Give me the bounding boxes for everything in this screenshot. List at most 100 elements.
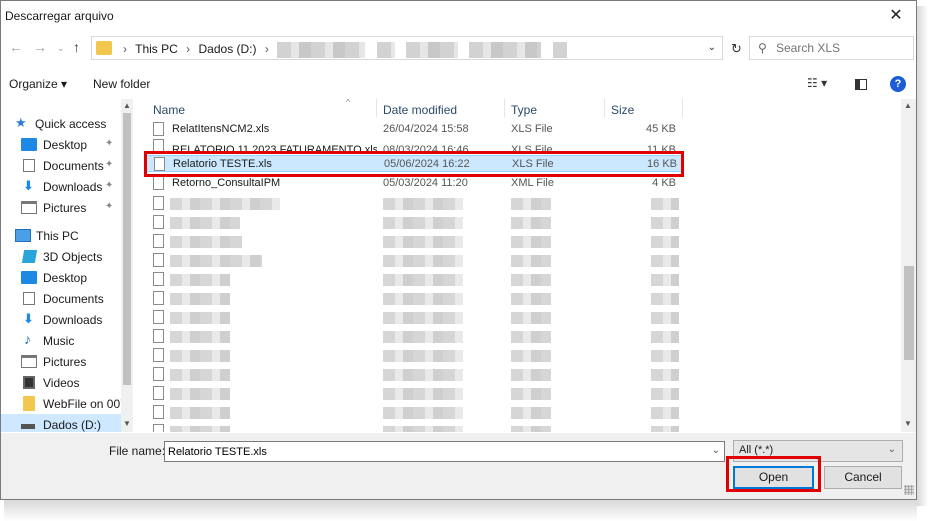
close-icon[interactable]: ✕: [876, 1, 916, 31]
redacted-file-row[interactable]: [146, 233, 682, 250]
recent-chevron-icon[interactable]: ⌄: [57, 43, 65, 54]
address-bar[interactable]: › This PC › Dados (D:) › ⌄: [91, 36, 723, 60]
chevron-down-icon[interactable]: ⌄: [712, 445, 720, 456]
redacted-text: [383, 426, 463, 432]
preview-pane-icon[interactable]: [855, 79, 867, 90]
nav-item-quick-access[interactable]: ★ Quick access: [1, 113, 121, 134]
redacted-text: [170, 217, 240, 229]
file-name-input[interactable]: [168, 444, 698, 459]
redacted-text: [651, 426, 679, 432]
open-button-highlight-annotation: [726, 456, 821, 492]
refresh-icon[interactable]: ↻: [731, 41, 742, 57]
nav-item-dados-drive[interactable]: Dados (D:): [1, 414, 121, 432]
navigation-pane: ★ Quick access Desktop ✦ Documents ✦ ⬇ D…: [1, 99, 133, 432]
redacted-text: [651, 407, 679, 419]
nav-scroll-thumb[interactable]: [123, 113, 131, 385]
redacted-file-row[interactable]: [146, 366, 682, 383]
nav-item-documents-pinned[interactable]: Documents ✦: [1, 155, 121, 176]
view-options-icon[interactable]: ☷ ▾: [807, 76, 827, 90]
redacted-text: [651, 236, 679, 248]
scroll-up-icon[interactable]: ▲: [904, 101, 912, 110]
column-divider[interactable]: [504, 99, 505, 117]
nav-item-downloads[interactable]: ⬇ Downloads: [1, 309, 121, 330]
redacted-text: [383, 198, 463, 210]
chevron-down-icon: ⌄: [887, 444, 896, 455]
title-bar: Descarregar arquivo ✕: [1, 1, 916, 31]
file-dialog: Descarregar arquivo ✕ ← → ⌄ ↑ › This PC …: [0, 0, 917, 500]
desktop-folder-icon: [21, 138, 37, 151]
file-row[interactable]: Retorno_ConsultaIPM 05/03/2024 11:20 XML…: [146, 175, 682, 192]
nav-item-desktop-pinned[interactable]: Desktop ✦: [1, 134, 121, 155]
redacted-text: [170, 407, 230, 419]
redacted-text: [170, 236, 242, 248]
redacted-file-row[interactable]: [146, 290, 682, 307]
breadcrumb-dados[interactable]: Dados (D:): [199, 42, 257, 56]
file-row[interactable]: RelatItensNCM2.xls 26/04/2024 15:58 XLS …: [146, 121, 682, 138]
file-name-combobox[interactable]: ⌄: [164, 441, 725, 462]
redacted-file-row[interactable]: [146, 252, 682, 269]
nav-item-webfile[interactable]: WebFile on 0071: [1, 393, 133, 414]
star-icon: ★: [15, 115, 27, 130]
back-arrow-icon[interactable]: ←: [9, 39, 23, 55]
computer-icon: [15, 229, 31, 242]
column-header-size[interactable]: Size: [611, 103, 634, 117]
nav-item-desktop[interactable]: Desktop: [1, 267, 121, 288]
file-icon: [153, 329, 164, 343]
column-divider[interactable]: [604, 99, 605, 117]
nav-item-pictures[interactable]: Pictures: [1, 351, 121, 372]
new-folder-button[interactable]: New folder: [93, 77, 150, 91]
scroll-down-icon[interactable]: ▼: [904, 419, 912, 428]
scroll-down-icon[interactable]: ▼: [123, 419, 131, 428]
file-list-scrollbar[interactable]: ▲ ▼: [901, 99, 916, 432]
cancel-button[interactable]: Cancel: [824, 466, 902, 489]
redacted-text: [511, 426, 551, 432]
column-divider[interactable]: [376, 99, 377, 117]
chevron-down-icon[interactable]: ⌄: [708, 42, 716, 53]
file-icon: [153, 424, 164, 432]
redacted-file-row[interactable]: [146, 328, 682, 345]
nav-item-downloads-pinned[interactable]: ⬇ Downloads ✦: [1, 176, 121, 197]
column-header-date[interactable]: Date modified: [383, 103, 457, 117]
file-list-scroll-thumb[interactable]: [904, 266, 914, 360]
file-icon: [153, 310, 164, 324]
nav-item-documents[interactable]: Documents: [1, 288, 121, 309]
breadcrumb-this-pc[interactable]: This PC: [135, 42, 178, 56]
nav-item-this-pc[interactable]: This PC: [1, 225, 121, 246]
nav-item-videos[interactable]: Videos: [1, 372, 121, 393]
help-icon[interactable]: ?: [890, 76, 906, 92]
nav-scrollbar[interactable]: ▲ ▼: [121, 99, 133, 432]
redacted-path: [405, 42, 458, 58]
up-arrow-icon[interactable]: ↑: [73, 39, 80, 55]
file-icon: [153, 215, 164, 229]
file-icon: [153, 367, 164, 381]
redacted-text: [511, 350, 551, 362]
redacted-file-row[interactable]: [146, 404, 682, 421]
redacted-file-row[interactable]: [146, 347, 682, 364]
column-divider[interactable]: [682, 99, 683, 117]
redacted-file-row[interactable]: [146, 423, 682, 432]
redacted-text: [170, 350, 230, 362]
documents-icon: [23, 292, 35, 305]
redacted-file-row[interactable]: [146, 214, 682, 231]
nav-item-3d-objects[interactable]: 3D Objects: [1, 246, 121, 267]
search-icon: ⚲: [758, 41, 767, 55]
organize-menu-button[interactable]: Organize ▾: [9, 77, 67, 91]
nav-item-pictures-pinned[interactable]: Pictures ✦: [1, 197, 121, 218]
forward-arrow-icon[interactable]: →: [33, 39, 47, 55]
redacted-text: [511, 312, 551, 324]
redacted-text: [511, 388, 551, 400]
redacted-file-row[interactable]: [146, 309, 682, 326]
redacted-text: [511, 255, 551, 267]
column-header-type[interactable]: Type: [511, 103, 537, 117]
resize-grip[interactable]: [904, 485, 914, 495]
search-box[interactable]: ⚲: [749, 36, 914, 60]
pin-icon: ✦: [105, 180, 114, 191]
column-header-name[interactable]: Name: [153, 103, 185, 117]
redacted-file-row[interactable]: [146, 195, 682, 212]
scroll-up-icon[interactable]: ▲: [123, 101, 131, 110]
redacted-file-row[interactable]: [146, 271, 682, 288]
nav-item-music[interactable]: ♪ Music: [1, 330, 121, 351]
search-input[interactable]: [776, 40, 906, 56]
redacted-text: [170, 274, 230, 286]
redacted-file-row[interactable]: [146, 385, 682, 402]
